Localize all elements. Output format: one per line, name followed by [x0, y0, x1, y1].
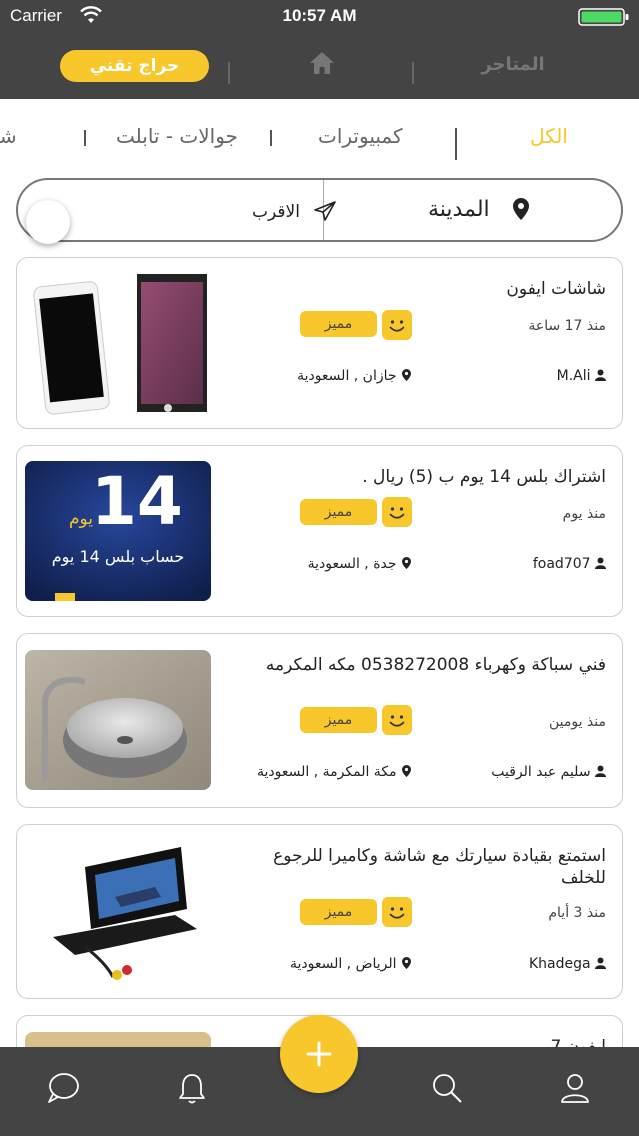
listing-time: منذ يومين [548, 714, 606, 730]
listing-thumbnail[interactable] [25, 268, 211, 418]
listing-time: منذ 17 ساعة [528, 318, 606, 334]
bell-icon[interactable] [175, 1071, 209, 1105]
smiley-icon[interactable] [381, 309, 413, 341]
category-divider [270, 130, 272, 146]
listing-user-name: M.Ali [556, 368, 591, 384]
nav-divider [228, 62, 230, 84]
listing-location: الرياض , السعودية [290, 956, 412, 972]
promo-caption: حساب بلس 14 يوم [51, 547, 185, 566]
listing-card[interactable]: فني سباكة وكهرباء 0538272008 مكه المكرمه… [16, 633, 623, 808]
top-nav: المتاجر حراج تقني [0, 40, 639, 96]
listing-location: مكة المكرمة , السعودية [257, 764, 412, 780]
user-icon [595, 369, 606, 381]
smiley-icon[interactable] [381, 896, 413, 928]
filter-bar: المدينة الاقرب [16, 178, 623, 244]
smiley-icon[interactable] [381, 496, 413, 528]
location-pin-icon [402, 765, 411, 777]
listing-time: منذ 3 أيام [548, 905, 606, 921]
featured-badge: مميز [300, 499, 377, 525]
listing-title: استمتع بقيادة سيارتك مع شاشة وكاميرا للر… [273, 846, 606, 888]
featured-badge: مميز [300, 311, 377, 337]
listing-location: جازان , السعودية [297, 368, 412, 384]
listing-card[interactable]: 14 يوم حساب بلس 14 يوم اشتراك بلس 14 يوم… [16, 445, 623, 617]
category-tab-networks[interactable]: شبـ [0, 124, 17, 148]
listing-user: Khadega [529, 956, 606, 972]
listing-location-text: جازان , السعودية [297, 368, 397, 384]
listing-location-text: الرياض , السعودية [289, 956, 397, 972]
city-filter-button[interactable]: المدينة [428, 197, 490, 222]
featured-badge: مميز [300, 707, 377, 733]
listing-location-text: جدة , السعودية [307, 556, 397, 572]
listing-card[interactable]: استمتع بقيادة سيارتك مع شاشة وكاميرا للر… [16, 824, 623, 999]
smiley-icon[interactable] [381, 704, 413, 736]
status-bar: Carrier 10:57 AM [0, 0, 639, 34]
listing-thumbnail[interactable] [25, 837, 211, 987]
listing-thumbnail[interactable] [25, 650, 211, 790]
user-icon [595, 957, 606, 969]
search-icon[interactable] [430, 1071, 464, 1105]
promo-number: 14 [91, 463, 183, 540]
promo-unit: يوم [69, 509, 94, 529]
category-tab-all[interactable]: الكل [530, 124, 568, 148]
profile-icon[interactable] [558, 1071, 592, 1105]
status-time: 10:57 AM [282, 6, 357, 25]
nav-tech-tab[interactable]: حراج تقني [60, 50, 209, 82]
plus-icon [306, 1041, 332, 1067]
location-pin-icon [402, 957, 411, 969]
listing-location: جدة , السعودية [308, 556, 412, 572]
listing-card[interactable]: شاشات ايفون منذ 17 ساعة مميز M.Ali جازان… [16, 257, 623, 429]
top-header: Carrier 10:57 AM المتاجر حراج تقني [0, 0, 639, 99]
listing-title: فني سباكة وكهرباء 0538272008 مكه المكرمه [265, 655, 606, 675]
user-icon [595, 765, 606, 777]
sink-image [25, 650, 211, 790]
chat-icon[interactable] [46, 1071, 80, 1105]
listing-time: منذ يوم [562, 506, 606, 522]
listing-user-name: foad707 [532, 556, 591, 572]
iphone-screens-image [25, 268, 211, 418]
category-divider [455, 128, 457, 160]
category-tabs: الكل كمبيوترات جوالات - تابلت شبـ [0, 100, 639, 170]
listing-location-text: مكة المكرمة , السعودية [257, 764, 397, 780]
battery-icon [578, 8, 629, 26]
listing-title: شاشات ايفون [506, 279, 606, 299]
listing-user-name: Khadega [528, 956, 591, 972]
location-pin-icon [513, 198, 529, 220]
listing-user: M.Ali [557, 368, 606, 384]
category-tab-computers[interactable]: كمبيوترات [318, 124, 402, 148]
nearest-filter-button[interactable]: الاقرب [252, 202, 300, 222]
user-icon [595, 557, 606, 569]
listing-user-name: سليم عبد الرقيب [491, 764, 591, 780]
listing-user: foad707 [533, 556, 606, 572]
featured-badge: مميز [300, 899, 377, 925]
listing-title: اشتراك بلس 14 يوم ب (5) ريال . [362, 467, 606, 487]
category-tab-phones[interactable]: جوالات - تابلت [116, 124, 238, 148]
listing-user: سليم عبد الرقيب [491, 764, 606, 780]
nav-divider [412, 62, 414, 84]
nearest-toggle[interactable] [26, 200, 70, 244]
listing-thumbnail[interactable]: 14 يوم حساب بلس 14 يوم [25, 461, 211, 601]
nav-stores-tab[interactable]: المتاجر [448, 54, 578, 75]
add-listing-button[interactable] [280, 1015, 358, 1093]
location-pin-icon [402, 557, 411, 569]
home-icon[interactable] [308, 50, 336, 76]
category-divider [84, 130, 86, 146]
car-monitor-image [25, 837, 211, 987]
paper-plane-icon [314, 201, 336, 221]
location-pin-icon [402, 369, 411, 381]
